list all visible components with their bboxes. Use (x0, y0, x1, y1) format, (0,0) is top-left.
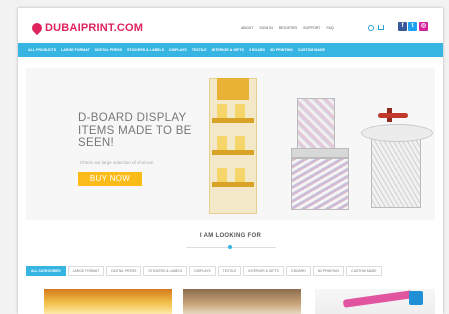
cardboard-table-image (361, 124, 433, 210)
filter-displays[interactable]: DISPLAYS (189, 266, 216, 276)
top-nav-faq[interactable]: FAQ (326, 26, 333, 30)
twitter-icon[interactable]: t (408, 22, 417, 31)
search-icon[interactable] (368, 25, 374, 31)
hero-subtitle: Check our large selection of choices! (80, 160, 154, 165)
cart-icon[interactable] (378, 25, 384, 30)
filter-interior-gifts[interactable]: INTERIOR & GIFTS (243, 266, 284, 276)
page: DUBAIPRINT.COM ABOUT SIGN IN REGISTER SU… (18, 8, 443, 314)
top-nav-support[interactable]: SUPPORT (303, 26, 320, 30)
nav-3-board[interactable]: 3 BOARD (249, 48, 265, 52)
top-nav-about[interactable]: ABOUT (241, 26, 253, 30)
nav-displays[interactable]: DISPLAYS (169, 48, 187, 52)
logo-text: DUBAIPRINT.COM (45, 22, 144, 34)
looking-for-title: I AM LOOKING FOR (199, 233, 262, 239)
top-nav-register[interactable]: REGISTER (279, 26, 297, 30)
biplane-model-image (378, 108, 408, 122)
nav-all-products[interactable]: ALL PRODUCTS (28, 48, 56, 52)
facebook-icon[interactable]: f (398, 22, 407, 31)
filter-digital-press[interactable]: DIGITAL PRESS (106, 266, 142, 276)
logo[interactable]: DUBAIPRINT.COM (29, 20, 144, 36)
filter-textile[interactable]: TEXTILE (217, 266, 242, 276)
top-nav-sign-in[interactable]: SIGN IN (259, 26, 272, 30)
header: DUBAIPRINT.COM ABOUT SIGN IN REGISTER SU… (18, 8, 443, 42)
nav-custom-made[interactable]: CUSTOM MADE (298, 48, 325, 52)
product-thumbnail[interactable] (315, 289, 435, 314)
filter-3d-printing[interactable]: 3D PRINTING (312, 266, 345, 276)
filter-3-board[interactable]: 3 BOARD (285, 266, 311, 276)
nav-textile[interactable]: TEXTILE (192, 48, 207, 52)
nav-interior-gifts[interactable]: INTERIOR & GIFTS (212, 48, 244, 52)
category-filters: ALL CATEGORIES LARGE FORMAT DIGITAL PRES… (26, 266, 435, 276)
hero-banner[interactable]: D-BOARD DISPLAY ITEMS MADE TO BE SEEN! C… (26, 68, 435, 220)
product-thumbnail[interactable] (44, 289, 172, 314)
divider-dot (228, 245, 232, 249)
cardboard-chair-image (291, 98, 351, 210)
nav-stickers-labels[interactable]: STICKERS & LABELS (127, 48, 164, 52)
product-thumbnail[interactable] (183, 289, 301, 314)
nav-3d-printing[interactable]: 3D PRINTING (270, 48, 293, 52)
display-stand-image (209, 78, 257, 214)
top-nav: ABOUT SIGN IN REGISTER SUPPORT FAQ (241, 26, 334, 30)
buy-now-button[interactable]: BUY NOW (78, 172, 142, 186)
main-nav: ALL PRODUCTS LARGE FORMAT DIGITAL PRESS … (18, 43, 443, 57)
logo-mark-icon (29, 20, 45, 36)
filter-custom-made[interactable]: CUSTOM MADE (346, 266, 382, 276)
hero-title: D-BOARD DISPLAY ITEMS MADE TO BE SEEN! (78, 112, 192, 149)
filter-all-categories[interactable]: ALL CATEGORIES (26, 266, 66, 276)
nav-large-format[interactable]: LARGE FORMAT (61, 48, 90, 52)
instagram-icon[interactable]: ◎ (419, 22, 428, 31)
filter-large-format[interactable]: LARGE FORMAT (67, 266, 105, 276)
nav-digital-press[interactable]: DIGITAL PRESS (95, 48, 122, 52)
filter-stickers-labels[interactable]: STICKERS & LABELS (143, 266, 188, 276)
